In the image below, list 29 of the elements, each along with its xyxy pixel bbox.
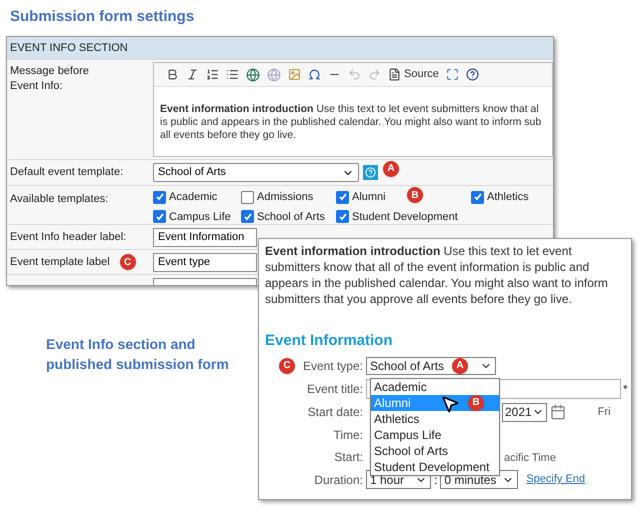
callout-badge: B xyxy=(468,394,484,410)
field-label: Duration: xyxy=(313,472,364,488)
caption: Event Info section and published submission form xyxy=(46,335,230,374)
callout-badge: C xyxy=(120,254,136,270)
callout-badge: B xyxy=(407,187,423,203)
weekday-text: Fri xyxy=(598,404,611,420)
field-label: Event template label xyxy=(10,254,110,270)
separator-text: : xyxy=(434,472,438,488)
field-label: Default event template: xyxy=(9,165,124,180)
editor-text: is public and appears in the published calendar. You might also want to inform sub xyxy=(160,116,542,129)
field-label: Event type: xyxy=(302,358,363,374)
callout-badge: A xyxy=(383,160,399,176)
field-label: Start: xyxy=(333,448,364,466)
time-zone-text: acific Time xyxy=(504,452,556,464)
form-heading: Event Information xyxy=(264,331,394,351)
editor-text: Event information introduction Use this text to let event submitters know that al xyxy=(160,103,540,116)
callout-badge: A xyxy=(452,358,468,374)
callout-badge: C xyxy=(278,358,295,374)
field-label: Available templates: xyxy=(9,192,110,207)
field-label: Start date: xyxy=(306,404,364,421)
field-label: Event title: xyxy=(306,380,364,398)
section-title: EVENT INFO SECTION xyxy=(7,37,553,59)
field-label: Time: xyxy=(332,426,364,444)
required-mark: * xyxy=(623,380,628,398)
field-label: Event Info header label: xyxy=(9,230,128,245)
editor-text: all events before they go live. xyxy=(160,129,297,142)
page-title: Submission form settings xyxy=(10,7,194,27)
intro-text: Event information introduction Use this text to let event submitters know that all of the event information is public and appears in the published calendar. You might also want to inform submitters that you approve all events before they go live. xyxy=(264,243,609,307)
field-label: Message before Event Info: xyxy=(9,64,90,94)
